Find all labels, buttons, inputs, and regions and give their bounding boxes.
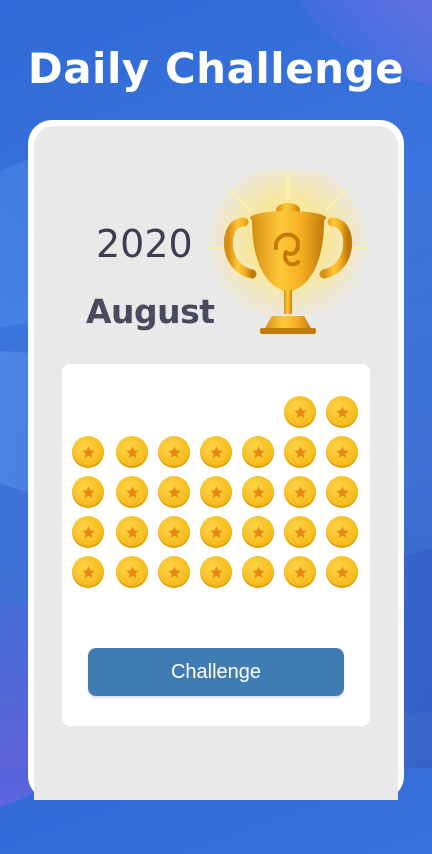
star-icon xyxy=(125,565,139,578)
day-coin xyxy=(326,396,358,428)
day-coin xyxy=(242,516,274,548)
star-icon xyxy=(293,485,307,498)
year-label: 2020 xyxy=(96,222,193,266)
day-coin xyxy=(158,476,190,508)
day-coin xyxy=(200,476,232,508)
star-icon xyxy=(125,485,139,498)
star-icon xyxy=(335,405,349,418)
star-icon xyxy=(335,445,349,458)
star-icon xyxy=(81,485,95,498)
day-coin xyxy=(72,516,104,548)
day-coin xyxy=(284,516,316,548)
day-coin xyxy=(284,436,316,468)
star-icon xyxy=(81,565,95,578)
day-coin xyxy=(200,516,232,548)
star-icon xyxy=(251,525,265,538)
day-coin xyxy=(72,556,104,588)
star-icon xyxy=(167,525,181,538)
star-icon xyxy=(293,445,307,458)
star-icon xyxy=(209,565,223,578)
day-coin xyxy=(284,556,316,588)
star-icon xyxy=(335,565,349,578)
month-label: August xyxy=(86,292,215,331)
star-icon xyxy=(251,565,265,578)
challenge-button[interactable]: Challenge xyxy=(88,648,344,696)
day-coin xyxy=(326,436,358,468)
star-icon xyxy=(125,445,139,458)
star-icon xyxy=(209,525,223,538)
day-coin xyxy=(242,556,274,588)
star-icon xyxy=(293,525,307,538)
star-icon xyxy=(335,485,349,498)
star-icon xyxy=(81,445,95,458)
star-icon xyxy=(251,445,265,458)
day-coin xyxy=(200,436,232,468)
star-icon xyxy=(209,485,223,498)
star-icon xyxy=(293,565,307,578)
star-icon xyxy=(167,445,181,458)
day-coin xyxy=(158,516,190,548)
day-coin xyxy=(116,436,148,468)
star-icon xyxy=(125,525,139,538)
day-coin xyxy=(326,476,358,508)
day-coin xyxy=(158,436,190,468)
day-coin xyxy=(116,556,148,588)
trophy-icon xyxy=(204,170,370,334)
page-title: Daily Challenge xyxy=(27,44,405,93)
day-coin xyxy=(72,436,104,468)
star-icon xyxy=(81,525,95,538)
day-coin xyxy=(116,516,148,548)
day-coin xyxy=(284,476,316,508)
day-coin xyxy=(200,556,232,588)
day-coin xyxy=(72,476,104,508)
day-coin xyxy=(242,476,274,508)
day-coin xyxy=(158,556,190,588)
star-icon xyxy=(209,445,223,458)
star-icon xyxy=(251,485,265,498)
day-coin xyxy=(284,396,316,428)
day-coin xyxy=(326,516,358,548)
day-coin xyxy=(116,476,148,508)
star-icon xyxy=(167,565,181,578)
star-icon xyxy=(167,485,181,498)
day-coin xyxy=(242,436,274,468)
day-coin xyxy=(326,556,358,588)
star-icon xyxy=(335,525,349,538)
star-icon xyxy=(293,405,307,418)
